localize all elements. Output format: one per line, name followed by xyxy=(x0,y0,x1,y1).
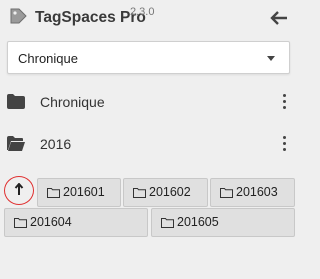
subfolder-chip-201604[interactable]: 201604 xyxy=(4,208,148,237)
tree-item-label: 2016 xyxy=(40,136,72,152)
subfolder-chip-201605[interactable]: 201605 xyxy=(151,208,295,237)
app-header: TagSpaces Pro 2.3.0 xyxy=(0,0,300,36)
folder-outline-icon xyxy=(220,188,233,198)
tree-item-2016[interactable]: 2016 xyxy=(0,126,300,162)
folder-outline-icon xyxy=(133,188,146,198)
tree-item-chronique[interactable]: Chronique xyxy=(0,84,300,120)
arrow-up-icon xyxy=(14,183,24,195)
subfolder-label: 201602 xyxy=(149,185,191,199)
subfolder-label: 201604 xyxy=(30,215,72,229)
tag-logo-icon xyxy=(10,8,27,24)
parent-folder-button[interactable] xyxy=(4,176,36,205)
subfolder-chip-201602[interactable]: 201602 xyxy=(123,178,208,207)
app-version: 2.3.0 xyxy=(130,6,155,18)
subfolder-label: 201603 xyxy=(236,185,278,199)
folder-open-icon xyxy=(7,136,25,151)
folder-outline-icon xyxy=(47,188,60,198)
more-vert-icon[interactable] xyxy=(282,94,286,110)
tree-item-label: Chronique xyxy=(40,94,105,110)
more-vert-icon[interactable] xyxy=(282,136,286,152)
subfolder-chip-201603[interactable]: 201603 xyxy=(210,178,295,207)
location-select-value: Chronique xyxy=(18,51,78,66)
folder-outline-icon xyxy=(14,218,27,228)
subfolder-label: 201601 xyxy=(63,185,105,199)
location-select[interactable]: Chronique xyxy=(7,41,290,74)
subfolder-chip-201601[interactable]: 201601 xyxy=(37,178,121,207)
folder-icon xyxy=(7,94,25,109)
folder-outline-icon xyxy=(161,218,174,228)
chevron-down-icon xyxy=(267,56,275,61)
subfolder-label: 201605 xyxy=(177,215,219,229)
arrow-left-icon[interactable] xyxy=(270,10,288,26)
